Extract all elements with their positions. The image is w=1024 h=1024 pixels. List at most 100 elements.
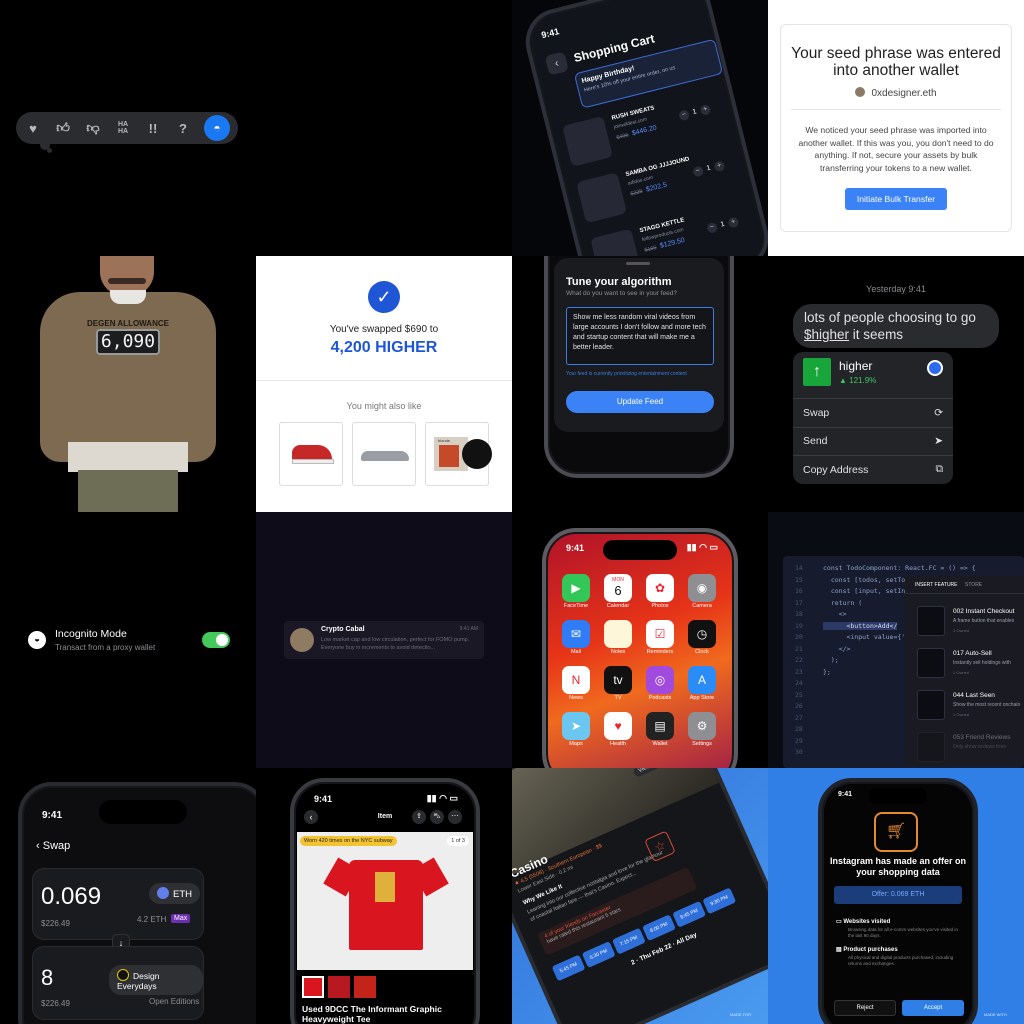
share-icon[interactable]: ⇪: [412, 810, 426, 824]
token-selector-2[interactable]: Design Everydays: [109, 965, 203, 995]
line-number: 15: [795, 575, 803, 584]
context-menu: ↑ higher ▲ 121.9% Swap ⟳ Send ➤ Copy Addre…: [793, 352, 953, 484]
decrement-button[interactable]: −: [706, 221, 719, 234]
product-album[interactable]: blonde: [425, 422, 492, 486]
cart-icon[interactable]: ⛍: [430, 810, 444, 824]
feature-item[interactable]: 053 Friend Reviews Only show reviews fro…: [911, 730, 1024, 766]
thumbnail-1[interactable]: [302, 976, 324, 998]
line-number: 21: [795, 644, 803, 653]
thumbnail-3[interactable]: [354, 976, 376, 998]
to-card[interactable]: 8 $226.49 Design Everydays Open Editions: [32, 946, 204, 1020]
time-slot-button[interactable]: 5:45 PM: [551, 954, 586, 982]
token-link[interactable]: $higher: [804, 327, 849, 342]
update-feed-button[interactable]: Update Feed: [566, 391, 714, 413]
increment-button[interactable]: +: [699, 103, 712, 117]
avatar: [290, 628, 314, 652]
notification[interactable]: Crypto Cabal 9:41 AM Low market cap and …: [284, 621, 484, 659]
app-icon-health[interactable]: ♥: [604, 712, 632, 740]
feature-item[interactable]: 017 Auto-Sell Instantly sell holdings wi…: [911, 646, 1024, 682]
code-line[interactable]: <>: [823, 610, 847, 618]
app-icon-notes[interactable]: [604, 620, 632, 648]
app-icon-wallet[interactable]: ▤: [646, 712, 674, 740]
product-name: Used 9DCC The Informant Graphic Heavywei…: [302, 1004, 442, 1024]
code-line[interactable]: const TodoComponent: React.FC = () => {: [823, 564, 976, 572]
feature-item[interactable]: 002 Instant Checkout A frame button that…: [911, 604, 1024, 640]
max-button[interactable]: Max: [171, 914, 191, 923]
time-slot-button[interactable]: 7:15 PM: [611, 927, 646, 955]
product-thumbnail: [576, 172, 628, 224]
app-icon-tv[interactable]: tv: [604, 666, 632, 694]
back-button[interactable]: ‹: [544, 51, 569, 76]
incognito-toggle[interactable]: [202, 632, 230, 648]
code-line[interactable]: <button>Add</: [823, 621, 898, 630]
back-button[interactable]: ‹ Swap: [36, 840, 70, 852]
bulk-transfer-button[interactable]: Initiate Bulk Transfer: [844, 188, 948, 210]
tab-insert-feature[interactable]: INSERT FEATURE: [915, 582, 958, 588]
code-line[interactable]: const [input, setInput: [823, 587, 917, 595]
app-icon-calendar[interactable]: MON 6: [604, 574, 632, 602]
app-icon-mail[interactable]: ✉: [562, 620, 590, 648]
cart-phone: 9:41 ‹ Shopping Cart Happy Birthday! Her…: [518, 0, 768, 256]
thumbs-down-icon[interactable]: 👎︎: [84, 120, 102, 136]
from-card[interactable]: 0.069 $226.49 ETH 4.2 ETH Max: [32, 868, 204, 940]
time-slot-button[interactable]: 6:30 PM: [581, 941, 616, 968]
purchases-desc: All physical and digital products purcha…: [848, 955, 954, 966]
app-icon-app-store[interactable]: A: [688, 666, 716, 694]
section-title: You might also like: [346, 401, 422, 411]
custom-reaction-icon[interactable]: ◓: [204, 115, 230, 141]
product-car[interactable]: [352, 422, 416, 486]
decrement-button[interactable]: −: [692, 165, 705, 178]
app-icon-maps[interactable]: ➤: [562, 712, 590, 740]
heart-icon[interactable]: ♥: [24, 121, 42, 136]
code-line[interactable]: const [todos, setTodos: [823, 576, 917, 584]
haha-icon[interactable]: HA HA: [114, 121, 132, 135]
tab-store[interactable]: STORE: [965, 582, 982, 588]
menu-item-copy[interactable]: Copy Address ⧉: [793, 455, 953, 484]
code-line[interactable]: <input value={''}: [823, 633, 913, 641]
app-icon-facetime[interactable]: ▶: [562, 574, 590, 602]
item-phone: 9:41 ▮▮ ◠ ▭ ‹ Item ⇪ ⛍ ⋯ Worn 420 times …: [290, 778, 480, 1024]
sheet-title: Tune your algorithm: [566, 276, 672, 288]
app-icon-camera[interactable]: ◉: [688, 574, 716, 602]
app-icon-photos[interactable]: ✿: [646, 574, 674, 602]
decrement-button[interactable]: −: [678, 109, 691, 122]
more-icon[interactable]: ⋯: [448, 810, 462, 824]
increment-button[interactable]: +: [713, 160, 726, 173]
time-slot-button[interactable]: 8:00 PM: [642, 914, 676, 942]
sheet-subtitle: What do you want to see in your feed?: [566, 290, 677, 297]
line-number: 17: [795, 598, 803, 607]
time-slot-button[interactable]: 8:45 PM: [672, 900, 707, 928]
feature-desc: Only show reviews from: [953, 744, 1007, 750]
message-bubble[interactable]: lots of people choosing to go $higher it …: [793, 304, 999, 348]
product-image[interactable]: Worn 420 times on the NYC subway 1 of 3: [297, 832, 473, 970]
code-line[interactable]: </>: [823, 645, 851, 653]
menu-item-swap[interactable]: Swap ⟳: [793, 398, 953, 427]
app-icon-reminders[interactable]: ☑: [646, 620, 674, 648]
token-selector[interactable]: ETH: [149, 883, 200, 904]
increment-button[interactable]: +: [727, 216, 740, 229]
to-amount[interactable]: 8: [41, 965, 53, 991]
feature-title: 044 Last Seen: [953, 692, 995, 699]
question-icon[interactable]: ?: [174, 121, 192, 136]
thumbs-up-icon[interactable]: 👍︎: [54, 120, 72, 136]
app-icon-clock[interactable]: ◷: [688, 620, 716, 648]
code-line[interactable]: return (: [823, 599, 862, 607]
line-number: 26: [795, 702, 803, 710]
thumbnail-2[interactable]: [328, 976, 350, 998]
app-icon-news[interactable]: N: [562, 666, 590, 694]
app-icon-settings[interactable]: ⚙: [688, 712, 716, 740]
menu-item-send[interactable]: Send ➤: [793, 426, 953, 456]
code-line[interactable]: );: [823, 656, 839, 664]
preferences-input[interactable]: Show me less random viral videos from la…: [566, 307, 714, 365]
from-amount[interactable]: 0.069: [41, 883, 101, 911]
app-icon-podcasts[interactable]: ◎: [646, 666, 674, 694]
accept-button[interactable]: Accept: [902, 1000, 964, 1016]
exclamation-icon[interactable]: !!: [144, 121, 162, 136]
time-slot-button[interactable]: 9:30 PM: [702, 887, 737, 915]
feature-item[interactable]: 044 Last Seen Show the most recent oncha…: [911, 688, 1024, 724]
code-line[interactable]: };: [823, 668, 831, 676]
websites-desc: Browsing data for all e-comm websites yo…: [848, 927, 958, 938]
feature-desc: Instantly sell holdings with: [953, 660, 1011, 666]
reject-button[interactable]: Reject: [834, 1000, 896, 1016]
product-sneaker[interactable]: [279, 422, 343, 486]
